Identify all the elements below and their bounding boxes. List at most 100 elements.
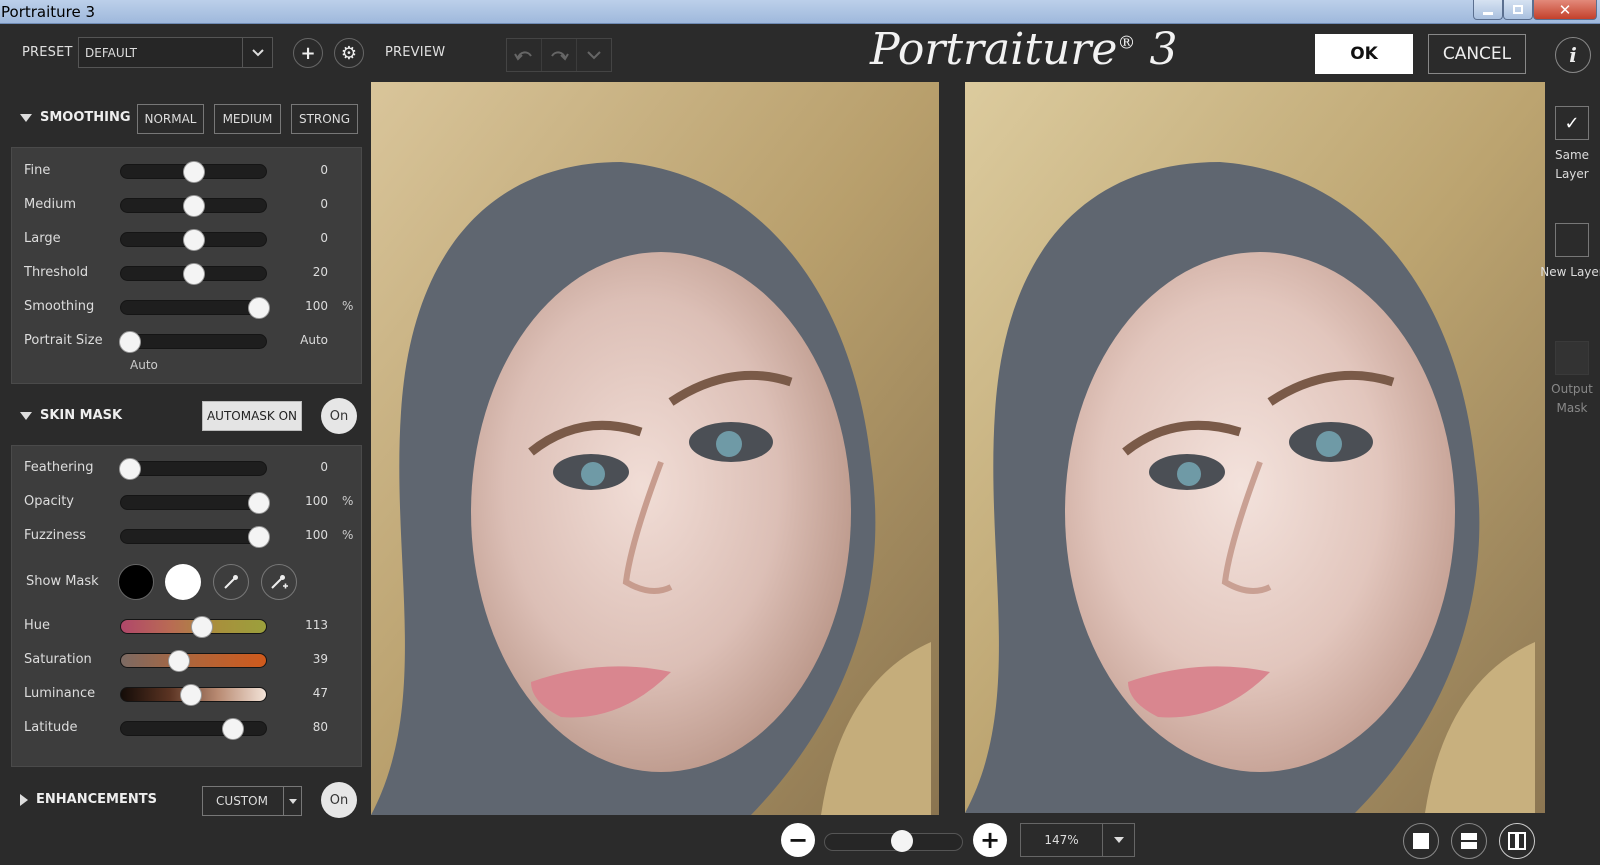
zoom-slider-knob[interactable] xyxy=(890,830,913,852)
history-controls xyxy=(506,38,612,72)
slider-knob[interactable] xyxy=(182,195,205,217)
eyedropper-button[interactable] xyxy=(213,564,249,600)
portrait-original-graphic xyxy=(371,82,939,815)
split-horizontal-icon xyxy=(1461,833,1477,849)
maximize-button[interactable] xyxy=(1503,0,1533,20)
slider-label: Saturation xyxy=(24,652,92,667)
zoom-in-button[interactable]: + xyxy=(973,823,1007,857)
slider-unit: % xyxy=(342,494,354,508)
threshold-slider[interactable] xyxy=(120,263,267,285)
plus-icon: + xyxy=(300,42,316,64)
slider-knob[interactable] xyxy=(118,458,141,480)
slider-unit: % xyxy=(342,299,354,313)
portrait-size-slider[interactable] xyxy=(118,331,267,353)
large-slider[interactable] xyxy=(120,229,267,251)
minimize-button[interactable] xyxy=(1473,0,1503,20)
enhancements-title: ENHANCEMENTS xyxy=(36,792,157,807)
chevron-down-icon xyxy=(587,50,601,59)
slider-label: Hue xyxy=(24,618,51,633)
collapse-triangle-icon xyxy=(20,113,32,122)
slider-value: 0 xyxy=(320,163,328,177)
preview-original-image[interactable] xyxy=(371,82,939,815)
slider-knob[interactable] xyxy=(118,331,141,353)
undo-button[interactable] xyxy=(507,39,542,71)
minus-icon: − xyxy=(787,826,809,854)
slider-value: 80 xyxy=(312,720,328,734)
info-button[interactable]: i xyxy=(1555,37,1591,73)
slider-knob[interactable] xyxy=(191,616,214,638)
zoom-select[interactable]: 147% xyxy=(1020,823,1135,857)
preset-select[interactable]: DEFAULT xyxy=(78,37,273,68)
check-icon: ✓ xyxy=(1564,112,1580,134)
latitude-slider[interactable] xyxy=(120,718,267,740)
redo-icon xyxy=(551,51,569,61)
slider-knob[interactable] xyxy=(168,650,190,672)
hue-slider[interactable] xyxy=(120,616,267,638)
window-title: Portraiture 3 xyxy=(1,3,96,21)
smoothing-normal-button[interactable]: NORMAL xyxy=(137,104,204,134)
enhancements-header[interactable]: ENHANCEMENTS xyxy=(20,792,157,807)
slider-knob[interactable] xyxy=(179,684,202,706)
zoom-out-button[interactable]: − xyxy=(781,823,815,857)
fine-slider[interactable] xyxy=(120,161,267,183)
slider-label: Latitude xyxy=(24,720,78,735)
skin-mask-header[interactable]: SKIN MASK xyxy=(20,408,122,423)
history-dropdown-button[interactable] xyxy=(577,39,611,71)
opacity-slider[interactable] xyxy=(120,492,270,514)
split-vertical-view-button[interactable] xyxy=(1499,823,1535,859)
slider-knob[interactable] xyxy=(247,297,270,319)
close-button[interactable]: ✕ xyxy=(1533,0,1597,20)
zoom-slider[interactable] xyxy=(824,830,963,852)
cancel-button[interactable]: CANCEL xyxy=(1428,34,1526,74)
skin-mask-on-toggle[interactable]: On xyxy=(321,398,357,434)
smoothing-header[interactable]: SMOOTHING xyxy=(20,110,131,125)
same-layer-checkbox[interactable]: ✓ xyxy=(1555,106,1589,140)
enhancements-mode-select[interactable]: CUSTOM xyxy=(202,786,302,816)
eyedropper-icon xyxy=(224,575,238,589)
slider-knob[interactable] xyxy=(182,263,205,285)
ok-button[interactable]: OK xyxy=(1315,34,1413,74)
smoothing-title: SMOOTHING xyxy=(40,110,131,125)
smoothing-strong-button[interactable]: STRONG xyxy=(291,104,358,134)
preview-label: PREVIEW xyxy=(385,45,446,60)
new-layer-label: New Layer xyxy=(1540,265,1600,279)
enhancements-on-toggle[interactable]: On xyxy=(321,782,357,818)
slider-label: Portrait Size xyxy=(24,333,103,348)
slider-knob[interactable] xyxy=(182,229,205,251)
preset-value: DEFAULT xyxy=(85,45,137,60)
slider-label: Feathering xyxy=(24,460,94,475)
saturation-slider[interactable] xyxy=(120,650,267,672)
slider-row-fuzziness: Fuzziness 100 % xyxy=(12,526,363,548)
split-horizontal-view-button[interactable] xyxy=(1451,823,1487,859)
slider-knob[interactable] xyxy=(247,526,270,548)
slider-knob[interactable] xyxy=(221,718,244,740)
single-view-button[interactable] xyxy=(1403,823,1439,859)
slider-row-smoothing: Smoothing 100 % xyxy=(12,297,363,319)
slider-knob[interactable] xyxy=(182,161,205,183)
luminance-slider[interactable] xyxy=(120,684,267,706)
preview-retouched-image[interactable] xyxy=(965,82,1545,813)
single-view-icon xyxy=(1413,833,1429,849)
output-mask-checkbox[interactable] xyxy=(1555,341,1589,375)
eyedropper-add-button[interactable] xyxy=(261,564,297,600)
redo-button[interactable] xyxy=(542,39,577,71)
skin-mask-panel: Feathering 0 Opacity 100 % Fuzziness 100… xyxy=(11,445,362,767)
skin-mask-title: SKIN MASK xyxy=(40,408,123,423)
feathering-slider[interactable] xyxy=(118,458,267,480)
add-preset-button[interactable]: + xyxy=(293,38,323,68)
preset-settings-button[interactable]: ⚙ xyxy=(334,38,364,68)
show-mask-black-button[interactable] xyxy=(118,564,154,600)
automask-button[interactable]: AUTOMASK ON xyxy=(202,401,302,431)
slider-label: Fuzziness xyxy=(24,528,87,543)
show-mask-white-button[interactable] xyxy=(165,564,201,600)
new-layer-checkbox[interactable] xyxy=(1555,223,1589,257)
slider-label: Luminance xyxy=(24,686,96,701)
slider-knob[interactable] xyxy=(247,492,270,514)
medium-slider[interactable] xyxy=(120,195,267,217)
info-icon: i xyxy=(1569,43,1577,67)
smoothing-medium-button[interactable]: MEDIUM xyxy=(214,104,281,134)
smoothing-slider[interactable] xyxy=(120,297,270,319)
slider-label: Smoothing xyxy=(24,299,95,314)
slider-label: Opacity xyxy=(24,494,75,509)
fuzziness-slider[interactable] xyxy=(120,526,270,548)
